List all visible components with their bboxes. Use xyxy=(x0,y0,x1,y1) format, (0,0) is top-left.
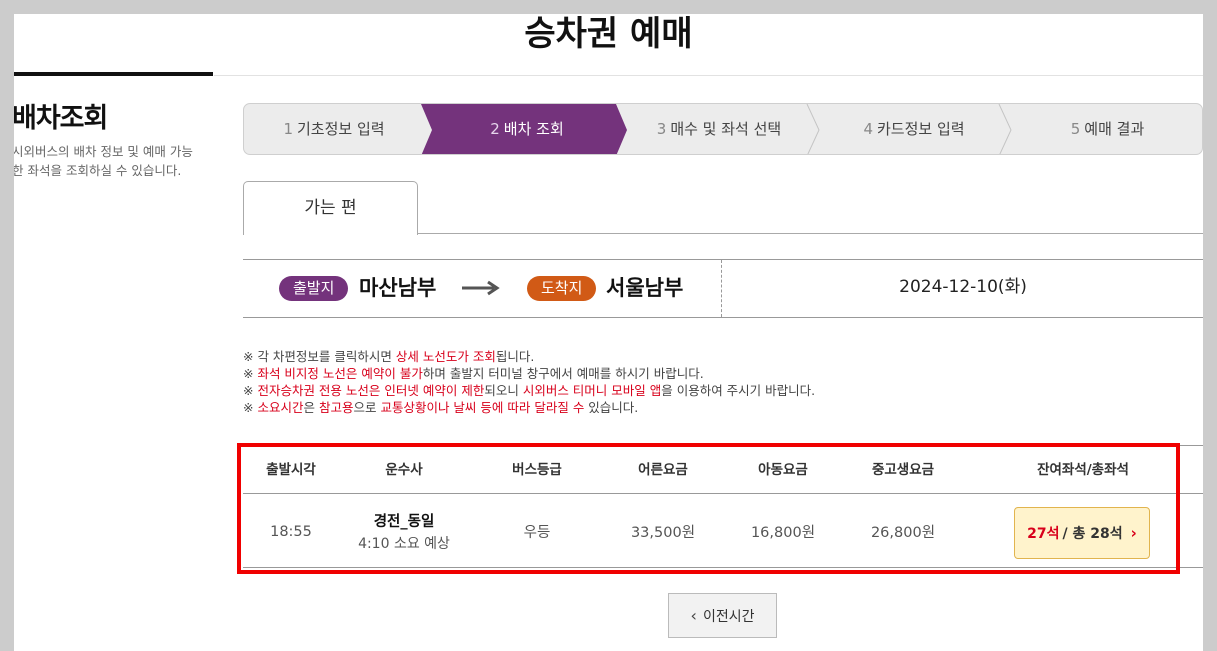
remaining-seats: 27석 xyxy=(1027,526,1060,542)
header-seats: 잔여좌석/총좌석 xyxy=(1037,462,1129,478)
step-2-number: 2 xyxy=(490,120,500,138)
header-child-fare: 아동요금 xyxy=(758,462,808,478)
step-4-label: 카드정보 입력 xyxy=(876,120,965,138)
notice-highlight: 전자승차권 전용 노선은 인터넷 예약이 제한 xyxy=(257,383,485,398)
arrow-right-icon xyxy=(462,280,500,296)
notice-text: 으로 xyxy=(353,400,381,415)
side-heading-bar xyxy=(14,72,213,76)
notice-highlight: 상세 노선도가 조회 xyxy=(395,349,496,364)
notice-text: ※ 각 차편정보를 클릭하시면 xyxy=(243,349,396,364)
notice-highlight: 소요시간 xyxy=(257,400,304,415)
notice-text: 됩니다. xyxy=(495,349,535,364)
trip-duration: 4:10 소요 예상 xyxy=(358,536,450,552)
previous-time-button[interactable]: ‹ 이전시간 xyxy=(668,593,777,638)
notice-text: 하며 출발지 터미널 창구에서 예매를 하시기 바랍니다. xyxy=(422,366,704,381)
departure-station: 마산남부 xyxy=(359,276,437,300)
cell-company: 경전_동일 4:10 소요 예상 xyxy=(339,495,469,568)
step-5-label: 예매 결과 xyxy=(1084,120,1145,138)
step-3: 3 매수 및 좌석 선택 xyxy=(624,104,814,154)
arrival-badge: 도착지 xyxy=(527,276,597,301)
schedule-table: 출발시각 운수사 버스등급 어른요금 아동요금 중고생요금 잔여좌석/총좌석 1… xyxy=(243,445,1203,568)
step-5: 5 예매 결과 xyxy=(1011,104,1202,154)
step-4-number: 4 xyxy=(863,120,873,138)
notice-text: 은 xyxy=(303,400,319,415)
page-title: 승차권 예매 xyxy=(524,14,693,54)
notice-text: ※ xyxy=(243,400,258,415)
step-3-number: 3 xyxy=(656,120,667,138)
chevron-right-icon: › xyxy=(1130,524,1137,542)
header-company: 운수사 xyxy=(385,462,423,478)
table-header: 출발시각 운수사 버스등급 어른요금 아동요금 중고생요금 잔여좌석/총좌석 xyxy=(243,446,1203,494)
child-fare: 16,800원 xyxy=(750,525,816,541)
adult-fare: 33,500원 xyxy=(630,525,696,541)
step-5-number: 5 xyxy=(1070,120,1081,138)
side-description: 시외버스의 배차 정보 및 예매 가능한 좌석을 조회하실 수 있습니다. xyxy=(14,144,193,178)
route-summary: 출발지 마산남부 도착지 서울남부 2024-12-10(화) xyxy=(243,259,1203,318)
notice-list: ※ 각 차편정보를 클릭하시면 상세 노선도가 조회됩니다. ※ 좌석 비지정 노… xyxy=(243,348,815,416)
notice-text: ※ xyxy=(243,366,258,381)
step-2-label: 배차 조회 xyxy=(503,120,564,138)
step-2: 2 배차 조회 xyxy=(432,104,622,154)
cell-bus-grade: 우등 xyxy=(469,495,605,568)
seat-select-button[interactable]: 27석 / 총 28석 › xyxy=(1014,507,1150,559)
header-youth-fare: 중고생요금 xyxy=(871,462,935,478)
departure-badge: 출발지 xyxy=(279,276,349,301)
tab-outbound[interactable]: 가는 편 xyxy=(243,181,418,235)
arrival-station: 서울남부 xyxy=(606,276,684,300)
step-1-label: 기초정보 입력 xyxy=(296,120,385,138)
title-divider xyxy=(214,75,1203,76)
table-row[interactable]: 18:55 경전_동일 4:10 소요 예상 우등 33,500원 16,800… xyxy=(243,495,1203,568)
notice-line: ※ 각 차편정보를 클릭하시면 상세 노선도가 조회됩니다. xyxy=(243,348,815,365)
notice-text: 있습니다. xyxy=(584,400,639,415)
header-bus-grade: 버스등급 xyxy=(512,462,562,478)
notice-highlight: 좌석 비지정 노선은 예약이 불가 xyxy=(257,366,423,381)
step-4: 4 카드정보 입력 xyxy=(819,104,1009,154)
chevron-left-icon: ‹ xyxy=(690,606,697,625)
step-3-label: 매수 및 좌석 선택 xyxy=(670,120,782,138)
departure-time: 18:55 xyxy=(270,523,312,540)
step-1-number: 1 xyxy=(283,120,293,138)
header-departure-time: 출발시각 xyxy=(266,462,316,478)
step-1: 1 기초정보 입력 xyxy=(244,104,424,154)
cell-youth-fare: 26,800원 xyxy=(845,495,961,568)
total-seats: / 총 28석 xyxy=(1062,526,1123,542)
notice-text: 을 이용하여 주시기 바랍니다. xyxy=(661,383,816,398)
company-name: 경전_동일 xyxy=(373,514,435,530)
cell-adult-fare: 33,500원 xyxy=(605,495,721,568)
bus-grade: 우등 xyxy=(523,525,551,541)
youth-fare: 26,800원 xyxy=(870,525,936,541)
side-heading: 배차조회 xyxy=(14,103,108,134)
page: 승차권 예매 배차조회 시외버스의 배차 정보 및 예매 가능한 좌석을 조회하… xyxy=(14,14,1203,651)
previous-time-label: 이전시간 xyxy=(702,608,755,625)
departure-date: 2024-12-10(화) xyxy=(899,277,1027,297)
notice-line: ※ 좌석 비지정 노선은 예약이 불가하며 출발지 터미널 창구에서 예매를 하… xyxy=(243,365,815,382)
header-adult-fare: 어른요금 xyxy=(638,462,688,478)
route-stations: 출발지 마산남부 도착지 서울남부 xyxy=(243,260,722,317)
notice-line: ※ 전자승차권 전용 노선은 인터넷 예약이 제한되오니 시외버스 티머니 모바… xyxy=(243,382,815,399)
tab-baseline xyxy=(417,233,1203,234)
cell-child-fare: 16,800원 xyxy=(721,495,845,568)
notice-text: ※ xyxy=(243,383,258,398)
notice-highlight: 시외버스 티머니 모바일 앱 xyxy=(522,383,662,398)
cell-departure-time: 18:55 xyxy=(243,495,339,568)
notice-highlight: 참고용 xyxy=(318,400,354,415)
notice-line: ※ 소요시간은 참고용으로 교통상황이나 날씨 등에 따라 달라질 수 있습니다… xyxy=(243,399,815,416)
step-progress: 1 기초정보 입력 2 배차 조회 3 매수 및 좌석 선택 4 카드정보 입력 5 예매… xyxy=(243,103,1203,155)
notice-highlight: 교통상황이나 날씨 등에 따라 달라질 수 xyxy=(380,400,585,415)
notice-text: 되오니 xyxy=(484,383,523,398)
